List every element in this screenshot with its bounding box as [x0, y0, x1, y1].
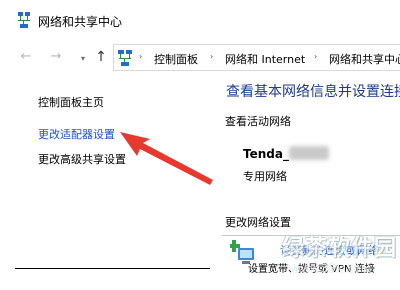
- breadcrumb-separator-icon: ›: [314, 52, 318, 61]
- network-type: 专用网络: [243, 170, 287, 183]
- active-networks-heading: 查看活动网络: [225, 115, 291, 128]
- network-location-icon: [118, 50, 132, 66]
- breadcrumb-separator-icon: ›: [139, 52, 143, 61]
- divider: [15, 268, 210, 269]
- watermark-url: www.33lc.com: [292, 262, 372, 275]
- left-task-pane: 控制面板主页 更改适配器设置 更改高级共享设置: [0, 72, 210, 272]
- breadcrumb-sharing-center[interactable]: 网络和共享中心: [329, 51, 400, 67]
- page-title: 查看基本网络信息并设置连接: [226, 84, 400, 100]
- change-adapter-settings-link[interactable]: 更改适配器设置: [38, 126, 115, 142]
- navigation-bar: ← → ▾ ↑ › 控制面板 › 网络和 Internet › 网络和共享中心: [0, 44, 400, 72]
- back-arrow-icon[interactable]: ←: [17, 48, 35, 66]
- address-bar[interactable]: › 控制面板 › 网络和 Internet › 网络和共享中心: [113, 44, 400, 71]
- redacted-network-suffix: [289, 146, 329, 160]
- breadcrumb-network-internet[interactable]: 网络和 Internet: [225, 51, 305, 67]
- network-name: Tenda_: [243, 147, 289, 161]
- breadcrumb-control-panel[interactable]: 控制面板: [154, 51, 198, 67]
- window: 网络和共享中心 ← → ▾ ↑ › 控制面板 › 网络和 Internet › …: [0, 0, 400, 290]
- site-watermark: 绿茶软件园 www.33lc.com: [274, 228, 400, 286]
- control-panel-home-link[interactable]: 控制面板主页: [38, 94, 104, 110]
- window-title: 网络和共享中心: [38, 15, 123, 29]
- recent-locations-chevron-icon[interactable]: ▾: [74, 50, 92, 68]
- up-arrow-icon[interactable]: ↑: [92, 48, 110, 66]
- breadcrumb-separator-icon: ›: [210, 52, 214, 61]
- watermark-logo-text: 绿茶软件园: [282, 236, 398, 261]
- forward-arrow-icon[interactable]: →: [47, 48, 65, 66]
- change-advanced-sharing-link[interactable]: 更改高级共享设置: [38, 151, 126, 167]
- network-center-icon: [18, 12, 30, 28]
- title-bar: 网络和共享中心: [0, 0, 400, 36]
